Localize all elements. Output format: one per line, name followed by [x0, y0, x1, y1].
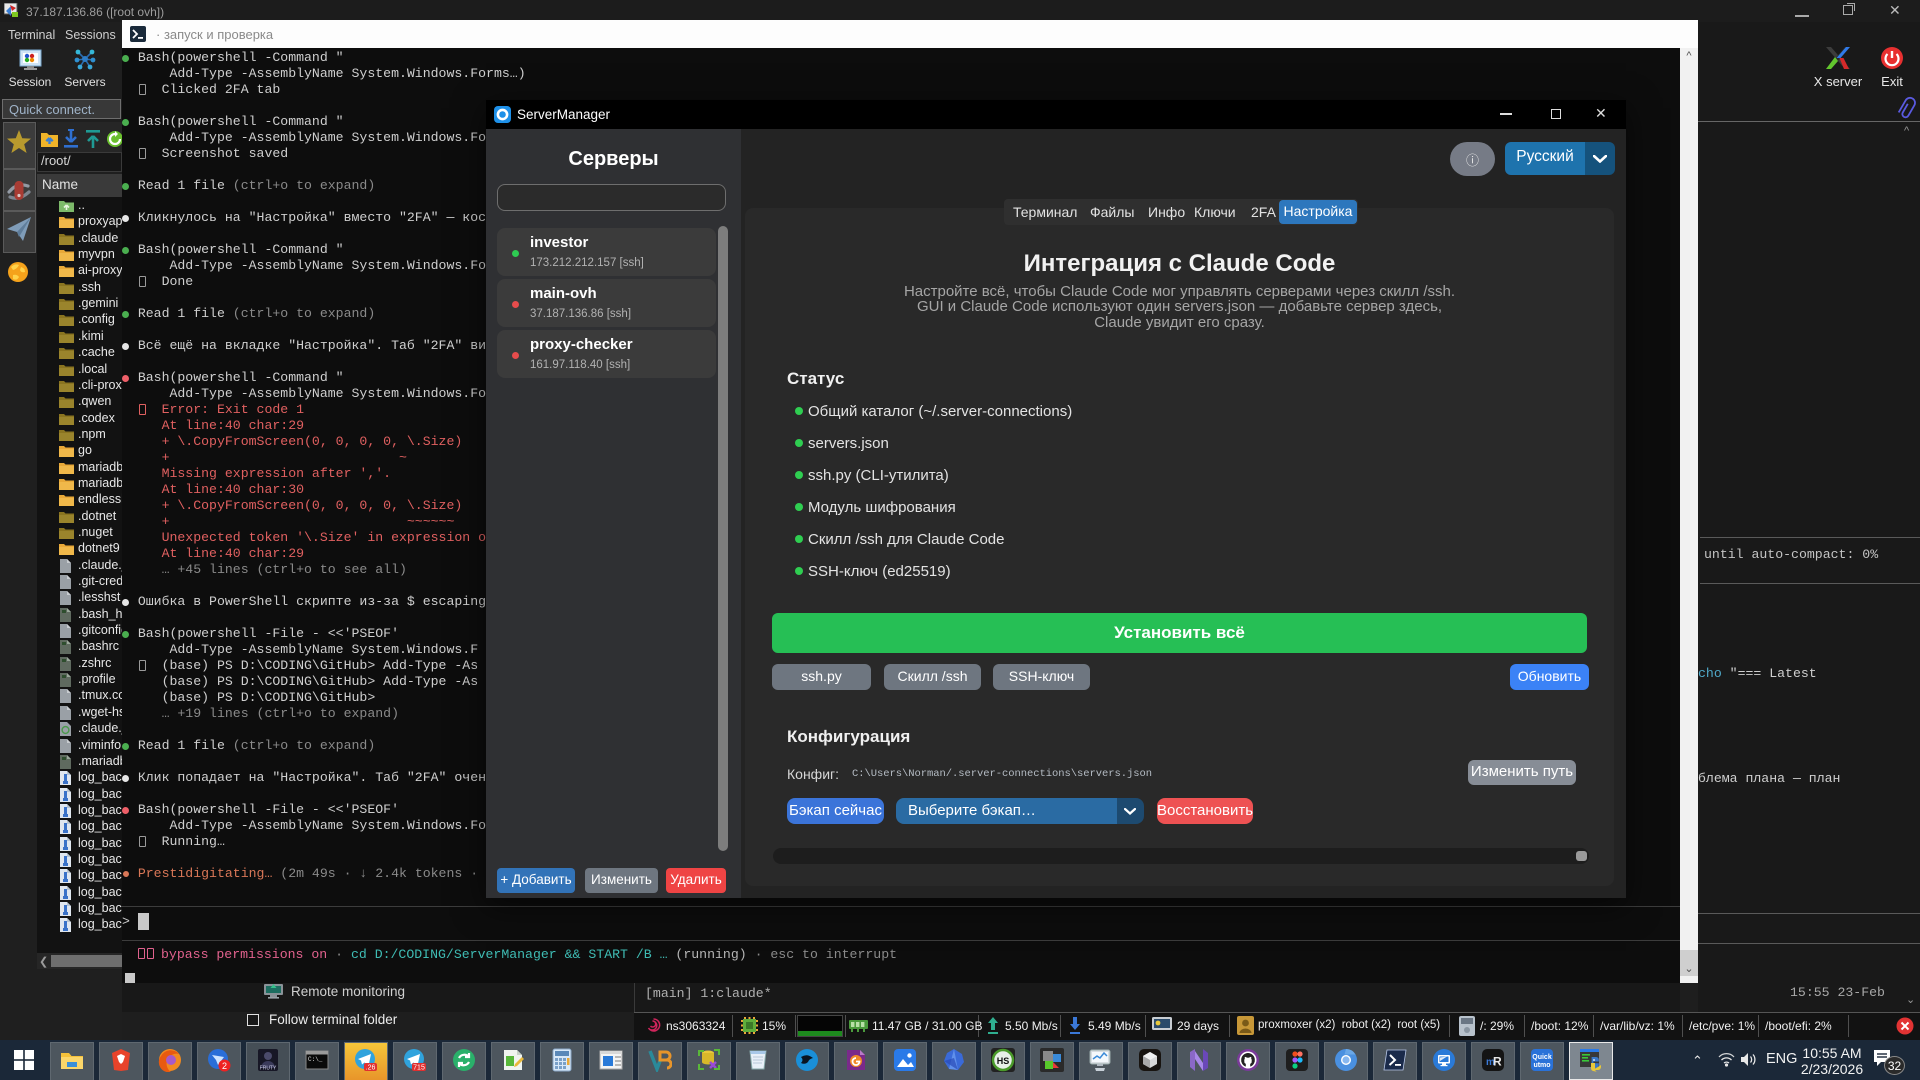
svg-text:.26: .26 — [366, 1065, 376, 1072]
svg-text:715: 715 — [413, 1065, 425, 1072]
svg-text:C:\_: C:\_ — [308, 1056, 323, 1063]
svg-text:HS: HS — [997, 1056, 1010, 1066]
svg-text:FRUTY: FRUTY — [260, 1066, 277, 1072]
svg-text:Quick: Quick — [1532, 1054, 1552, 1061]
svg-text:2: 2 — [222, 1061, 227, 1071]
svg-text:R: R — [1493, 1055, 1502, 1069]
svg-text:utmo: utmo — [1533, 1062, 1550, 1069]
